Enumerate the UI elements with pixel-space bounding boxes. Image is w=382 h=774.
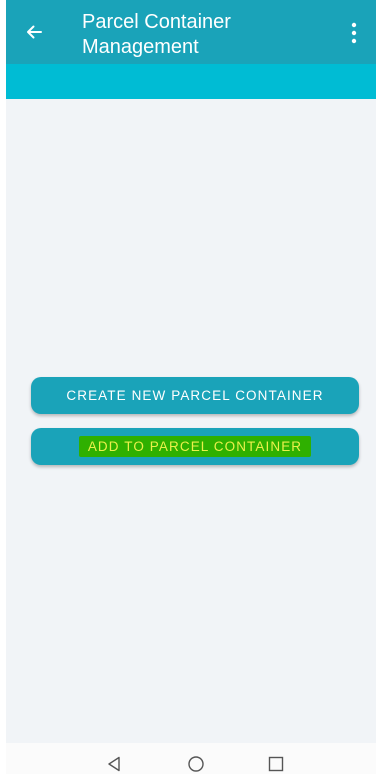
add-to-container-label: ADD TO PARCEL CONTAINER: [78, 436, 312, 457]
nav-home-button[interactable]: [185, 753, 207, 774]
more-vert-icon: [351, 22, 357, 44]
nav-home-circle-icon: [188, 756, 204, 772]
app-toolbar: Parcel Container Management: [6, 0, 376, 64]
app-screen: Parcel Container Management CREATE NEW P…: [6, 0, 376, 774]
toolbar-subbar: [6, 64, 376, 99]
back-button[interactable]: [18, 16, 50, 48]
nav-recent-button[interactable]: [265, 753, 287, 774]
overflow-menu-button[interactable]: [342, 18, 366, 48]
nav-back-button[interactable]: [103, 753, 125, 774]
arrow-left-icon: [27, 25, 42, 39]
create-container-button[interactable]: CREATE NEW PARCEL CONTAINER: [31, 377, 359, 414]
page-title: Parcel Container Management: [82, 11, 231, 58]
nav-back-triangle-icon: [108, 756, 120, 772]
create-container-label: CREATE NEW PARCEL CONTAINER: [66, 388, 324, 403]
add-to-container-button[interactable]: ADD TO PARCEL CONTAINER: [31, 428, 359, 465]
nav-recent-square-icon: [268, 756, 284, 772]
system-navigation-bar: [6, 743, 376, 774]
